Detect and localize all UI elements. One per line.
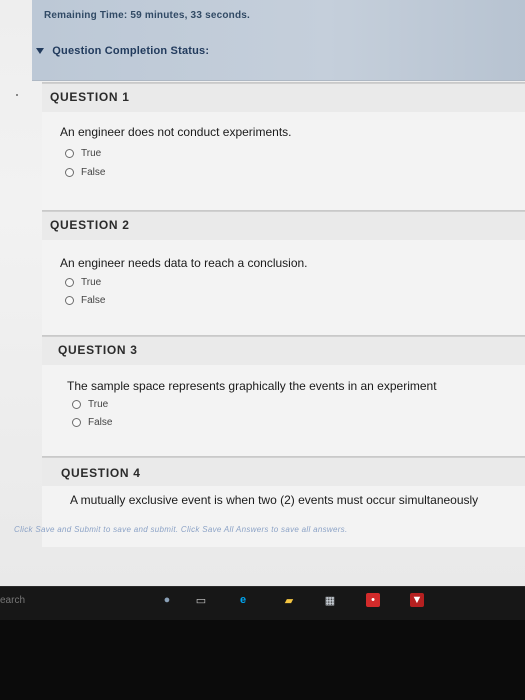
- question-text-1: An engineer does not conduct experiments…: [60, 125, 292, 139]
- question-title-4: QUESTION 4: [61, 466, 141, 480]
- option-label[interactable]: True: [81, 148, 101, 159]
- option-true-1[interactable]: True: [65, 148, 101, 159]
- option-false-3[interactable]: False: [72, 417, 112, 428]
- question-block-2: QUESTION 2 An engineer needs data to rea…: [42, 210, 525, 336]
- left-margin-dot: [16, 94, 18, 96]
- taskbar-search[interactable]: earch: [0, 595, 25, 606]
- question-header-3: QUESTION 3: [42, 336, 525, 365]
- quiz-screen: Remaining Time: 59 minutes, 33 seconds. …: [0, 0, 525, 586]
- completion-status-label[interactable]: Question Completion Status:: [52, 45, 209, 57]
- question-title-3: QUESTION 3: [58, 343, 138, 357]
- red-app-icon[interactable]: •: [366, 593, 380, 607]
- edge-icon[interactable]: e: [236, 593, 250, 607]
- radio-button-icon[interactable]: [65, 296, 74, 305]
- question-block-1: QUESTION 1 An engineer does not conduct …: [42, 82, 525, 211]
- question-header-1: QUESTION 1: [42, 83, 525, 112]
- radio-button-icon[interactable]: [65, 168, 74, 177]
- radio-button-icon[interactable]: [65, 149, 74, 158]
- radio-button-icon[interactable]: [72, 418, 81, 427]
- radio-button-icon[interactable]: [72, 400, 81, 409]
- store-icon[interactable]: ▦: [323, 593, 337, 607]
- option-label[interactable]: False: [88, 417, 112, 428]
- question-block-3: QUESTION 3 The sample space represents g…: [42, 335, 525, 457]
- question-header-4: QUESTION 4: [42, 457, 525, 486]
- quiz-status-bar: Remaining Time: 59 minutes, 33 seconds. …: [32, 0, 525, 81]
- task-view-icon[interactable]: ▭: [194, 593, 208, 607]
- microphone-icon[interactable]: ●: [160, 593, 174, 607]
- option-label[interactable]: False: [81, 167, 105, 178]
- option-false-2[interactable]: False: [65, 295, 105, 306]
- radio-button-icon[interactable]: [65, 278, 74, 287]
- question-header-2: QUESTION 2: [42, 211, 525, 240]
- question-text-4: A mutually exclusive event is when two (…: [70, 493, 479, 507]
- question-title-1: QUESTION 1: [50, 90, 130, 104]
- question-title-2: QUESTION 2: [50, 218, 130, 232]
- question-completion-status[interactable]: Question Completion Status:: [36, 45, 209, 57]
- dark-bezel: [0, 620, 525, 700]
- option-false-1[interactable]: False: [65, 167, 105, 178]
- question-text-3: The sample space represents graphically …: [67, 379, 437, 393]
- file-explorer-icon[interactable]: ▰: [282, 593, 296, 607]
- option-true-2[interactable]: True: [65, 277, 101, 288]
- shield-icon[interactable]: ▼: [410, 593, 424, 607]
- option-label[interactable]: False: [81, 295, 105, 306]
- option-true-3[interactable]: True: [72, 399, 108, 410]
- expand-arrow-icon[interactable]: [36, 48, 44, 55]
- question-text-2: An engineer needs data to reach a conclu…: [60, 256, 308, 270]
- remaining-time: Remaining Time: 59 minutes, 33 seconds.: [44, 10, 251, 21]
- save-submit-hint: Click Save and Submit to save and submit…: [14, 525, 348, 534]
- windows-taskbar: earch ● ▭ e ▰ ▦ • ▼: [0, 586, 525, 621]
- option-label[interactable]: True: [81, 277, 101, 288]
- option-label[interactable]: True: [88, 399, 108, 410]
